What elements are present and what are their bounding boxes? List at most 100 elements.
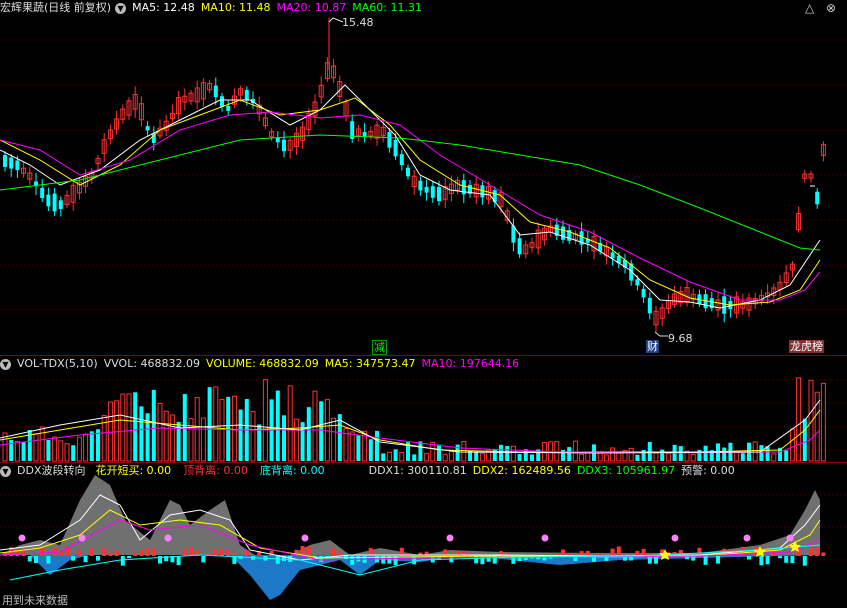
ddx-bar <box>691 556 696 561</box>
volume-bar <box>375 430 379 461</box>
candle-body <box>641 288 646 298</box>
volume-bar <box>231 395 237 462</box>
ddx-bar <box>201 556 206 563</box>
ddx-bar <box>561 549 565 556</box>
volume-bar <box>107 401 113 462</box>
volume-bar <box>393 449 398 461</box>
ddx-bar <box>647 556 652 564</box>
signal-dot <box>164 534 172 542</box>
volume-bar <box>517 454 522 461</box>
ddx-bar <box>151 548 156 556</box>
ddx-bar <box>747 556 751 560</box>
volume-bar <box>653 452 659 462</box>
ddx-bar <box>120 556 125 566</box>
candle-body <box>815 191 820 205</box>
volume-bar <box>114 400 120 462</box>
volume-bar <box>207 387 212 461</box>
ddx-bar <box>220 549 224 556</box>
ddx-bar <box>802 556 807 566</box>
ddx-bar <box>139 550 144 556</box>
volume-bar <box>461 441 467 462</box>
signal-dot <box>743 534 751 542</box>
ddx-bar <box>114 550 119 556</box>
volume-bar <box>356 435 361 461</box>
future-data-note: 用到未来数据 <box>2 594 68 607</box>
signal-dot <box>786 534 794 542</box>
volume-bar <box>133 392 138 461</box>
ddx-bar <box>108 552 113 556</box>
signal-dot <box>541 534 549 542</box>
volume-bar <box>89 431 94 461</box>
volume-bar <box>567 447 572 461</box>
ddx-bar <box>585 550 590 556</box>
candle-body <box>58 200 63 209</box>
volume-bar <box>386 451 392 462</box>
candle-body <box>610 252 615 259</box>
volume-bar <box>796 377 802 462</box>
candle-body <box>145 126 150 131</box>
volume-bar <box>616 452 622 462</box>
ddx-bar <box>610 548 615 556</box>
volume-bar <box>579 453 585 462</box>
candle-body <box>15 160 20 171</box>
low-price-label: 9.68 <box>668 332 693 345</box>
ddx-bar <box>734 549 739 556</box>
volume-bar <box>765 446 770 461</box>
volume-bar <box>665 452 671 462</box>
ddx-bar <box>46 556 51 564</box>
volume-bar <box>752 441 758 462</box>
ddx-bar <box>331 547 336 556</box>
candle-body <box>275 137 280 143</box>
volume-bar <box>52 436 58 462</box>
volume-bar <box>368 439 373 461</box>
candle-body <box>647 297 652 314</box>
volume-bar <box>505 445 510 461</box>
ddx-bar <box>213 549 218 556</box>
volume-bar <box>319 401 324 461</box>
volume-bar <box>418 441 423 461</box>
ma20-line <box>0 111 821 301</box>
volume-bar <box>660 449 665 461</box>
volume-bar <box>499 444 503 461</box>
finance-tag[interactable]: 财 <box>646 340 659 353</box>
ddx-bar <box>244 550 249 556</box>
ddx-bar <box>127 556 131 559</box>
candle-body <box>387 132 392 148</box>
volume-bar <box>603 454 609 462</box>
volume-bar <box>71 445 76 461</box>
candle-body <box>424 186 429 193</box>
volume-bar <box>64 443 70 462</box>
signal-dot <box>18 534 26 542</box>
volume-bar <box>331 417 337 462</box>
volume-bar <box>635 454 640 461</box>
volume-bar <box>510 445 516 462</box>
stock-chart[interactable] <box>0 0 847 607</box>
ddx-bar <box>759 556 764 566</box>
volume-bar <box>690 453 696 462</box>
volume-bar <box>412 454 417 461</box>
volume-bar <box>784 450 789 461</box>
ddx-bar <box>145 548 150 556</box>
volume-bar <box>33 433 39 462</box>
candle-body <box>418 180 423 191</box>
volume-bar <box>83 433 89 462</box>
volume-bar <box>820 382 826 462</box>
board-tag[interactable]: 龙虎榜 <box>789 340 824 353</box>
ddx-bar <box>275 556 280 564</box>
volume-bar <box>399 452 405 462</box>
volume-bar <box>213 386 219 462</box>
ddx-blue-area <box>30 555 820 600</box>
candle-body <box>437 186 441 202</box>
ddx-bar <box>226 549 231 556</box>
candle-body <box>635 279 640 286</box>
volume-bar <box>151 389 156 461</box>
ddx-bar <box>486 556 491 562</box>
reduce-tag[interactable]: 减 <box>372 340 387 355</box>
candle-body <box>213 85 218 98</box>
volume-bar <box>139 406 144 461</box>
volume-bar <box>585 452 591 462</box>
volume-bar <box>349 431 355 462</box>
ddx-bar <box>34 556 38 563</box>
ddx-bar <box>27 556 32 562</box>
ddx-bar <box>319 556 324 562</box>
